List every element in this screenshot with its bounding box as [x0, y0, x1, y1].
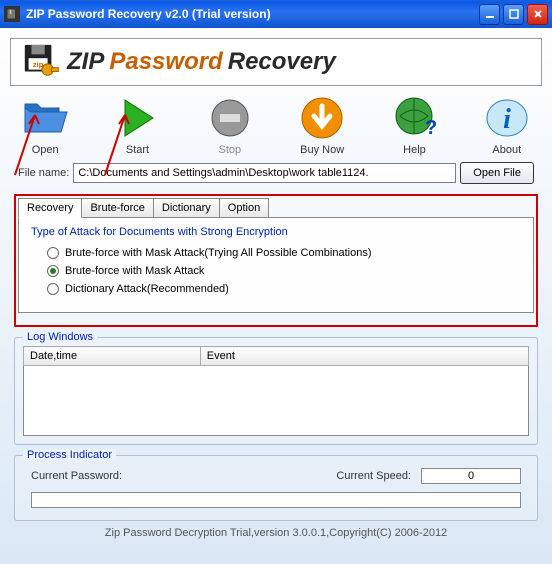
- banner-recovery-text: Recovery: [228, 48, 336, 76]
- play-icon: [113, 94, 161, 142]
- banner: zip ZIP Password Recovery: [10, 38, 542, 86]
- buy-button[interactable]: Buy Now: [287, 94, 357, 156]
- download-icon: [298, 94, 346, 142]
- stop-label: Stop: [218, 144, 241, 156]
- info-icon: i: [483, 94, 531, 142]
- radio-icon: [47, 283, 59, 295]
- banner-zip-text: ZIP: [67, 48, 104, 76]
- stop-button[interactable]: Stop: [195, 94, 265, 156]
- app-icon: [4, 6, 20, 22]
- radio-label: Dictionary Attack(Recommended): [65, 283, 229, 295]
- log-col-event[interactable]: Event: [200, 347, 528, 366]
- status-bar: Zip Password Decryption Trial,version 3.…: [10, 521, 542, 539]
- help-label: Help: [403, 144, 426, 156]
- current-password-label: Current Password:: [31, 470, 122, 482]
- current-speed-value: 0: [421, 468, 521, 484]
- file-row: File name: Open File: [10, 160, 542, 186]
- radio-dictionary[interactable]: Dictionary Attack(Recommended): [31, 280, 521, 298]
- banner-logo-icon: zip: [21, 43, 59, 81]
- buy-label: Buy Now: [300, 144, 344, 156]
- about-button[interactable]: i About: [472, 94, 542, 156]
- start-label: Start: [126, 144, 149, 156]
- minimize-button[interactable]: [479, 4, 500, 25]
- tab-brute-force[interactable]: Brute-force: [81, 198, 153, 217]
- tab-recovery[interactable]: Recovery: [18, 198, 82, 218]
- close-button[interactable]: [527, 4, 548, 25]
- open-file-button[interactable]: Open File: [460, 162, 534, 184]
- folder-open-icon: [21, 94, 69, 142]
- process-indicator-fieldset: Process Indicator Current Password: Curr…: [14, 455, 538, 521]
- file-path-input[interactable]: [73, 163, 456, 183]
- attack-type-title: Type of Attack for Documents with Strong…: [31, 226, 521, 238]
- window-title: ZIP Password Recovery v2.0 (Trial versio…: [26, 7, 479, 21]
- tab-panel: Recovery Brute-force Dictionary Option T…: [14, 194, 538, 327]
- progress-bar: [31, 492, 521, 508]
- open-label: Open: [32, 144, 59, 156]
- radio-brute-mask[interactable]: Brute-force with Mask Attack: [31, 262, 521, 280]
- svg-text:?: ?: [425, 117, 437, 139]
- radio-icon-selected: [47, 265, 59, 277]
- radio-label: Brute-force with Mask Attack(Trying All …: [65, 247, 371, 259]
- svg-text:i: i: [503, 104, 511, 135]
- tab-content-recovery: Type of Attack for Documents with Strong…: [18, 217, 534, 313]
- start-button[interactable]: Start: [102, 94, 172, 156]
- log-table: Date,time Event: [23, 346, 529, 366]
- titlebar: ZIP Password Recovery v2.0 (Trial versio…: [0, 0, 552, 28]
- log-legend: Log Windows: [23, 331, 97, 343]
- globe-help-icon: ?: [390, 94, 438, 142]
- current-speed-label: Current Speed:: [336, 470, 411, 482]
- radio-brute-all[interactable]: Brute-force with Mask Attack(Trying All …: [31, 244, 521, 262]
- about-label: About: [492, 144, 521, 156]
- tab-option[interactable]: Option: [219, 198, 269, 217]
- banner-password-text: Password: [109, 48, 222, 76]
- file-name-label: File name:: [18, 167, 69, 179]
- log-windows-fieldset: Log Windows Date,time Event: [14, 337, 538, 445]
- tab-dictionary[interactable]: Dictionary: [153, 198, 220, 217]
- log-col-datetime[interactable]: Date,time: [24, 347, 201, 366]
- open-button[interactable]: Open: [10, 94, 80, 156]
- maximize-button[interactable]: [503, 4, 524, 25]
- radio-icon: [47, 247, 59, 259]
- content-area: zip ZIP Password Recovery Open Start: [0, 28, 552, 564]
- toolbar: Open Start Stop Buy Now ? Help: [10, 86, 542, 160]
- radio-label: Brute-force with Mask Attack: [65, 265, 204, 277]
- log-rows-area[interactable]: [23, 366, 529, 436]
- process-legend: Process Indicator: [23, 449, 116, 461]
- stop-icon: [206, 94, 254, 142]
- help-button[interactable]: ? Help: [379, 94, 449, 156]
